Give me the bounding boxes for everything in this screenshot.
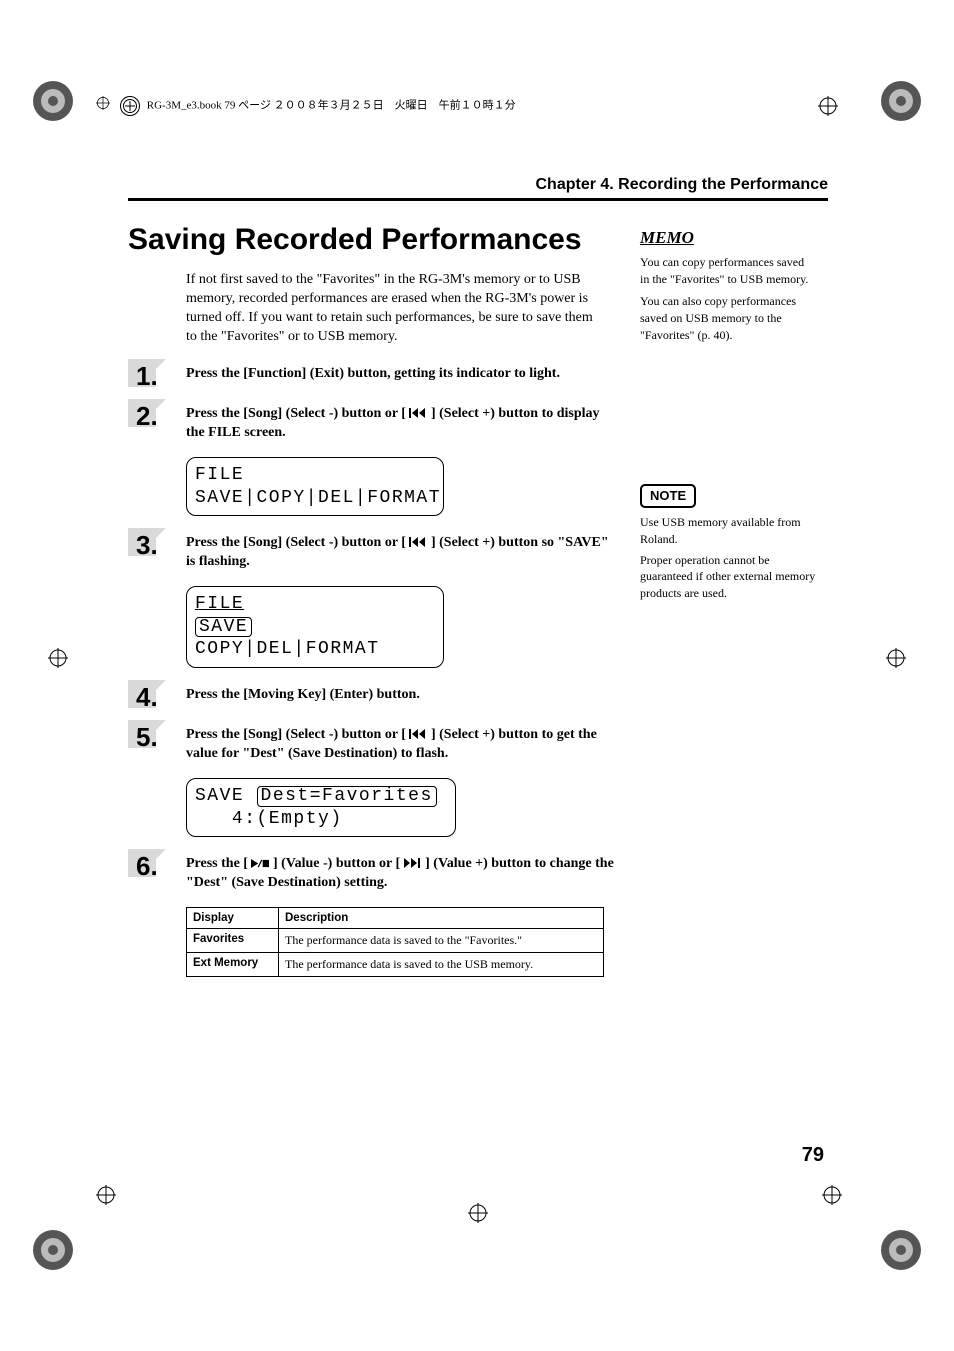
step-3-before: Press the [Song] (Select -) button or [ <box>186 535 406 550</box>
step-4-text: Press the [Moving Key] (Enter) button. <box>186 686 616 705</box>
col-header-description: Description <box>279 907 604 928</box>
step-6-mid: ] (Value -) button or [ <box>273 856 400 871</box>
note-block: NOTE Use USB memory available from Rolan… <box>640 484 816 602</box>
lcd-screen-3: SAVE Dest=Favorites 4:(Empty) <box>186 778 456 837</box>
cell-description: The performance data is saved to the USB… <box>279 952 604 976</box>
fast-forward-icon <box>404 856 422 866</box>
crop-mark-top-left <box>30 78 76 124</box>
step-2-before: Press the [Song] (Select -) button or [ <box>186 406 406 421</box>
intro-paragraph: If not first saved to the "Favorites" in… <box>186 271 596 347</box>
lcd-screen-1: FILE SAVE|COPY|DEL|FORMAT <box>186 457 444 516</box>
print-header: RG-3M_e3.book 79 ページ ２００８年３月２５日 火曜日 午前１０… <box>120 96 516 116</box>
crop-mark-top-right <box>878 78 924 124</box>
lcd2-line1: FILE <box>195 593 435 616</box>
step-5-before: Press the [Song] (Select -) button or [ <box>186 727 406 742</box>
lcd1-line2: SAVE|COPY|DEL|FORMAT <box>195 487 435 510</box>
step-2-text: Press the [Song] (Select -) button or [ … <box>186 405 616 443</box>
registration-target-inner-bl <box>96 1185 116 1205</box>
lcd2-save-highlight: SAVE <box>195 617 252 638</box>
print-header-text: RG-3M_e3.book 79 ページ ２００８年３月２５日 火曜日 午前１０… <box>147 100 516 112</box>
memo-paragraph-1: You can copy performances saved in the "… <box>640 254 816 288</box>
step-5: 5. Press the [Song] (Select -) button or… <box>128 726 828 764</box>
sidebar: MEMO You can copy performances saved in … <box>640 226 816 612</box>
lcd-screen-2: FILE SAVE COPY|DEL|FORMAT <box>186 586 444 668</box>
registration-target-left <box>48 648 68 668</box>
registration-target-top <box>818 96 838 116</box>
registration-target-right <box>886 648 906 668</box>
note-label: NOTE <box>640 484 696 508</box>
lcd3-left: SAVE <box>195 786 257 806</box>
step-number: 1. <box>136 361 158 392</box>
rewind-icon <box>409 727 427 737</box>
step-6-before: Press the [ <box>186 856 248 871</box>
crop-mark-bottom-right <box>878 1227 924 1273</box>
table-row: Favorites The performance data is saved … <box>187 928 604 952</box>
step-6-after: ] (Value +) button to change the "Dest" … <box>186 856 614 890</box>
lcd2-line1-text: FILE <box>195 594 244 614</box>
memo-block: MEMO You can copy performances saved in … <box>640 226 816 344</box>
registration-target-inner-left <box>96 96 110 110</box>
step-number: 3. <box>136 530 158 561</box>
memo-label: MEMO <box>640 226 816 250</box>
step-1-text: Press the [Function] (Exit) button, gett… <box>186 365 616 384</box>
step-number: 5. <box>136 722 158 753</box>
step-4: 4. Press the [Moving Key] (Enter) button… <box>128 686 828 705</box>
book-icon <box>120 96 140 116</box>
cell-display: Ext Memory <box>187 952 279 976</box>
lcd3-line1: SAVE Dest=Favorites <box>195 785 447 808</box>
crop-mark-bottom-left <box>30 1227 76 1273</box>
rewind-icon <box>409 406 427 416</box>
step-number: 4. <box>136 682 158 713</box>
note-paragraph-2: Proper operation cannot be guaranteed if… <box>640 552 816 602</box>
memo-paragraph-2: You can also copy performances saved on … <box>640 293 816 343</box>
play-stop-icon <box>251 856 269 866</box>
note-paragraph-1: Use USB memory available from Roland. <box>640 514 816 548</box>
lcd1-line1: FILE <box>195 464 435 487</box>
cell-display: Favorites <box>187 928 279 952</box>
step-6-text: Press the [ ] (Value -) button or [ ] (V… <box>186 855 616 893</box>
lcd2-line2: SAVE COPY|DEL|FORMAT <box>195 616 435 661</box>
step-3-text: Press the [Song] (Select -) button or [ … <box>186 534 616 572</box>
table-row: Ext Memory The performance data is saved… <box>187 952 604 976</box>
lcd3-dest-highlight: Dest=Favorites <box>257 786 437 807</box>
step-6: 6. Press the [ ] (Value -) button or [ ]… <box>128 855 828 893</box>
rewind-icon <box>409 535 427 545</box>
col-header-display: Display <box>187 907 279 928</box>
lcd3-line2: 4:(Empty) <box>195 808 447 831</box>
page-number: 79 <box>802 1144 824 1167</box>
chapter-title: Chapter 4. Recording the Performance <box>128 176 828 201</box>
step-1-text-content: Press the [Function] (Exit) button, gett… <box>186 366 560 381</box>
step-4-text-content: Press the [Moving Key] (Enter) button. <box>186 687 420 702</box>
step-number: 2. <box>136 401 158 432</box>
step-5-text: Press the [Song] (Select -) button or [ … <box>186 726 616 764</box>
dest-table: Display Description Favorites The perfor… <box>186 907 604 977</box>
registration-target-inner-br <box>822 1185 842 1205</box>
cell-description: The performance data is saved to the "Fa… <box>279 928 604 952</box>
lcd2-rest: COPY|DEL|FORMAT <box>195 639 380 659</box>
step-number: 6. <box>136 851 158 882</box>
registration-target-bottom <box>468 1203 488 1223</box>
table-header-row: Display Description <box>187 907 604 928</box>
